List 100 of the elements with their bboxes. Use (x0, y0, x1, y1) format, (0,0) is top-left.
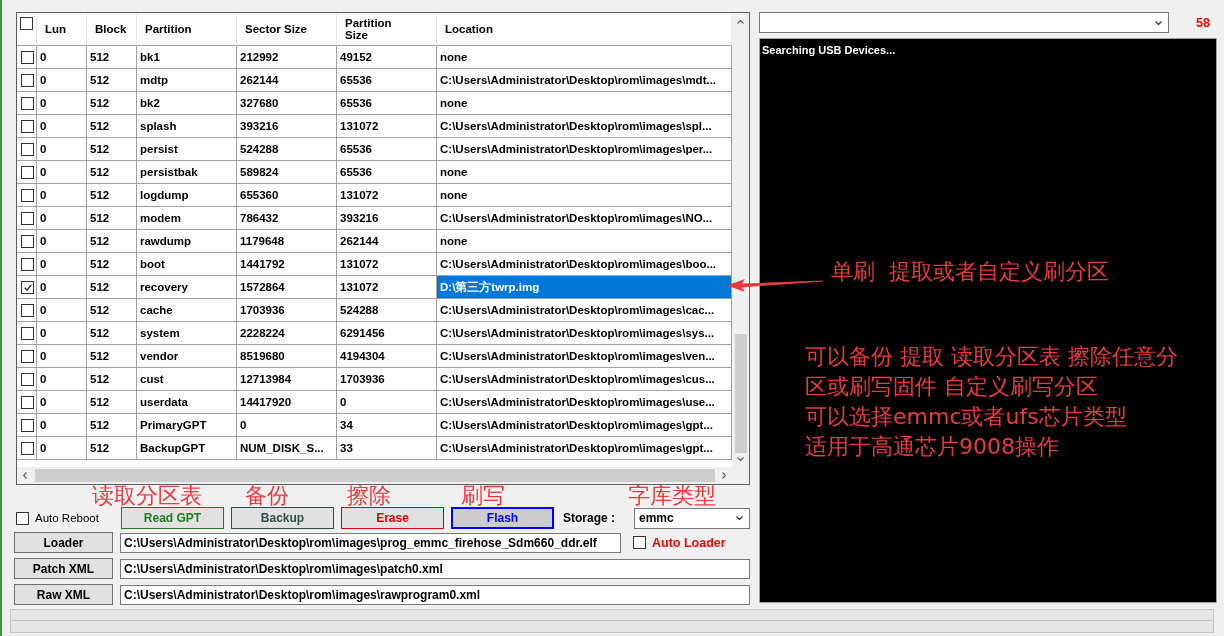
chevron-right-icon[interactable] (722, 472, 726, 479)
table-cell: 34 (337, 414, 437, 437)
checkbox[interactable] (633, 536, 646, 549)
table-cell: 655360 (237, 184, 337, 207)
checkbox[interactable] (21, 349, 34, 363)
table-cell: 49152 (337, 46, 437, 69)
checkbox[interactable] (21, 165, 34, 179)
table-cell: 0 (37, 138, 87, 161)
table-cell: PrimaryGPT (137, 414, 237, 437)
checkbox[interactable] (21, 142, 34, 156)
table-cell: bk2 (137, 92, 237, 115)
table-cell: 512 (87, 230, 137, 253)
table-cell: 512 (87, 115, 137, 138)
chevron-down-icon[interactable] (1155, 20, 1162, 25)
table-cell: 1703936 (237, 299, 337, 322)
table-cell: cache (137, 299, 237, 322)
table-cell: 65536 (337, 138, 437, 161)
patch-xml-button[interactable]: Patch XML (14, 558, 113, 579)
flash-button[interactable]: Flash (451, 507, 554, 529)
checkbox[interactable] (20, 17, 33, 30)
chevron-down-icon[interactable] (737, 457, 744, 461)
annotation-text: 单刷 提取或者自定义刷分区 (831, 258, 1109, 286)
column-header[interactable]: Block (87, 13, 137, 46)
table-cell: boot (137, 253, 237, 276)
table-cell: 512 (87, 322, 137, 345)
checkbox[interactable] (21, 234, 34, 248)
table-cell: 14417920 (237, 391, 337, 414)
checkbox[interactable] (21, 326, 34, 340)
storage-dropdown[interactable]: emmc (634, 507, 750, 529)
path-field[interactable]: C:\Users\Administrator\Desktop\rom\images\patch0.xml (120, 558, 750, 579)
table-cell: 212992 (237, 46, 337, 69)
checkbox[interactable] (21, 188, 34, 202)
read-gpt-button[interactable]: Read GPT (121, 507, 224, 529)
table-cell: 0 (37, 391, 87, 414)
vertical-scrollbar[interactable] (732, 13, 749, 467)
count-label: 58 (1196, 15, 1210, 30)
horizontal-scrollbar[interactable] (17, 467, 732, 484)
table-cell: C:\Users\Administrator\Desktop\rom\images\cus... (437, 368, 732, 391)
column-header[interactable]: Lun (37, 13, 87, 46)
table-cell: 0 (37, 46, 87, 69)
backup-button[interactable]: Backup (231, 507, 334, 529)
checkbox[interactable] (21, 257, 34, 271)
checkbox[interactable] (21, 372, 34, 386)
column-header[interactable]: Partition (137, 13, 237, 46)
scrollbar-thumb[interactable] (734, 334, 747, 453)
path-field[interactable]: C:\Users\Administrator\Desktop\rom\images\prog_emmc_firehose_Sdm660_ddr.elf (120, 532, 621, 553)
checkbox[interactable] (21, 96, 34, 110)
checkbox[interactable] (21, 441, 34, 455)
annotation-text: 备份 (245, 485, 289, 507)
table-cell: 12713984 (237, 368, 337, 391)
checkbox[interactable] (21, 119, 34, 133)
checkbox-label: Auto Reboot (35, 512, 99, 524)
table-cell: 512 (87, 184, 137, 207)
table-cell: splash (137, 115, 237, 138)
table-cell: 512 (87, 161, 137, 184)
table-cell: 327680 (237, 92, 337, 115)
checkbox[interactable] (16, 511, 29, 525)
table-cell: none (437, 230, 732, 253)
storage-label: Storage : (563, 511, 615, 525)
table-cell: none (437, 46, 732, 69)
chevron-up-icon[interactable] (737, 20, 744, 24)
checkbox[interactable] (21, 280, 34, 294)
table-cell: 0 (37, 322, 87, 345)
port-dropdown[interactable] (759, 12, 1169, 33)
checkbox[interactable] (21, 211, 34, 225)
chevron-down-icon[interactable] (736, 516, 743, 520)
checkbox[interactable] (21, 418, 34, 432)
path-field[interactable]: C:\Users\Administrator\Desktop\rom\images\rawprogram0.xml (120, 584, 750, 605)
table-cell: 6291456 (337, 322, 437, 345)
table-cell: 8519680 (237, 345, 337, 368)
table-cell: 0 (37, 437, 87, 460)
raw-xml-button[interactable]: Raw XML (14, 584, 113, 605)
checkbox[interactable] (21, 303, 34, 317)
table-cell: 512 (87, 368, 137, 391)
chevron-left-icon[interactable] (23, 472, 27, 479)
table-cell: C:\Users\Administrator\Desktop\rom\images\per... (437, 138, 732, 161)
table-cell: bk1 (137, 46, 237, 69)
checkbox-label: Auto Loader (652, 535, 726, 550)
checkbox[interactable] (21, 395, 34, 409)
table-cell: C:\Users\Administrator\Desktop\rom\images\NO... (437, 207, 732, 230)
table-cell: 0 (237, 414, 337, 437)
table-cell: persist (137, 138, 237, 161)
checkbox[interactable] (21, 73, 34, 87)
loader-button[interactable]: Loader (14, 532, 113, 553)
column-header[interactable]: Partition Size (337, 13, 437, 46)
erase-button[interactable]: Erase (341, 507, 444, 529)
scrollbar-thumb[interactable] (35, 469, 715, 482)
table-cell: 512 (87, 299, 137, 322)
table-cell: 65536 (337, 161, 437, 184)
table-cell: 512 (87, 276, 137, 299)
table-cell: cust (137, 368, 237, 391)
checkbox[interactable] (21, 50, 34, 64)
table-cell: 0 (37, 276, 87, 299)
column-header[interactable]: Sector Size (237, 13, 337, 46)
annotation-text: 刷写 (461, 485, 505, 507)
column-header[interactable]: Location (437, 13, 732, 46)
table-cell: 393216 (237, 115, 337, 138)
table-cell: system (137, 322, 237, 345)
table-cell: 0 (37, 161, 87, 184)
table-cell: 131072 (337, 253, 437, 276)
